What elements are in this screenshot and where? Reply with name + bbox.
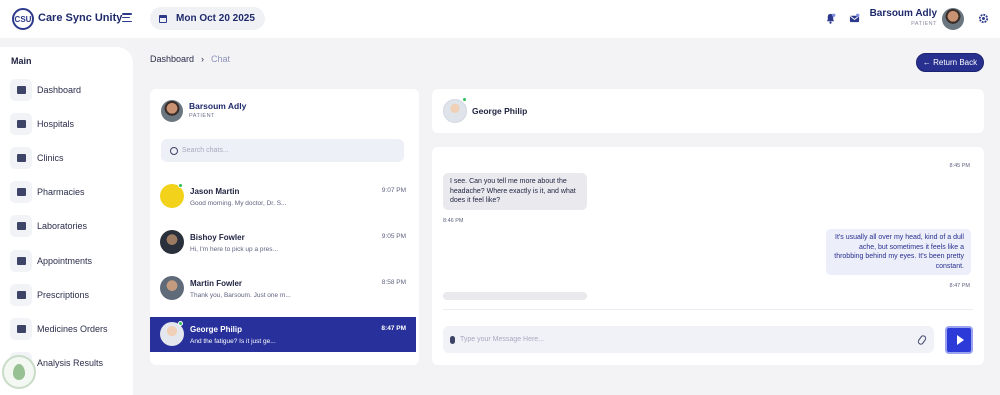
message-time: 8:45 PM (949, 163, 970, 169)
attachment-paperclip-icon[interactable] (916, 334, 928, 346)
sidebar-item-label: Medicines Orders (37, 324, 108, 334)
search-placeholder: Search chats... (182, 147, 229, 154)
online-indicator (178, 321, 183, 326)
chat-preview: Good morning. My doctor, Dr. S... (190, 200, 287, 207)
avatar (160, 276, 184, 300)
chevron-right-icon: › (201, 54, 205, 64)
appointments-icon (10, 250, 32, 272)
user-name: Barsoum Adly (869, 8, 937, 19)
sidebar: Main Dashboard Hospitals Clinics Pharmac… (0, 47, 133, 395)
chat-list-item-bishoy-fowler[interactable]: Bishoy Fowler Hi, I'm here to pick up a … (150, 225, 416, 260)
sidebar-item-appointments[interactable]: Appointments (10, 250, 128, 272)
messages-icon[interactable] (849, 13, 860, 24)
my-role: PATIENT (189, 113, 215, 119)
outgoing-message-bubble: It's usually all over my head, kind of a… (826, 229, 971, 275)
sidebar-item-medicines-orders[interactable]: Medicines Orders (10, 318, 128, 340)
chat-list-item-jason-martin[interactable]: Jason Martin Good morning. My doctor, Dr… (150, 179, 416, 214)
pharmacy-icon (10, 181, 32, 203)
sidebar-item-label: Appointments (37, 256, 93, 266)
message-input[interactable]: Type your Message Here... (443, 326, 934, 353)
chat-time: 9:07 PM (381, 187, 406, 194)
sidebar-item-laboratories[interactable]: Laboratories (10, 215, 128, 237)
laboratory-icon (10, 215, 32, 237)
sidebar-item-prescriptions[interactable]: Prescriptions (10, 284, 128, 306)
sidebar-item-label: Dashboard (37, 85, 82, 95)
send-icon (956, 335, 964, 345)
online-indicator (178, 183, 183, 188)
chat-time: 9:05 PM (381, 233, 406, 240)
date-display: Mon Oct 20 2025 (150, 7, 265, 30)
chat-contact-name: Martin Fowler (190, 279, 243, 288)
contact-avatar (443, 99, 467, 123)
breadcrumb-dashboard-link[interactable]: Dashboard (150, 54, 194, 64)
microphone-icon[interactable] (450, 335, 455, 344)
sidebar-item-label: Prescriptions (37, 290, 90, 300)
chat-contact-name: George Philip (190, 325, 243, 334)
messages-panel: 8:45 PM I see. Can you tell me more abou… (432, 147, 984, 365)
sidebar-item-clinics[interactable]: Clinics (10, 147, 128, 169)
chat-preview: And the fatigue? Is it just ge... (190, 338, 276, 345)
settings-gear-icon[interactable] (978, 13, 989, 24)
sidebar-item-label: Hospitals (37, 119, 75, 129)
chat-contact-name: Bishoy Fowler (190, 233, 245, 242)
chat-preview: Hi, I'm here to pick up a pres... (190, 246, 278, 253)
sidebar-item-label: Pharmacies (37, 187, 85, 197)
user-role: PATIENT (911, 21, 937, 27)
calendar-icon (159, 14, 167, 23)
user-avatar[interactable] (942, 8, 964, 30)
chat-header: George Philip (432, 89, 984, 133)
avatar (160, 230, 184, 254)
sidebar-item-pharmacies[interactable]: Pharmacies (10, 181, 128, 203)
clinic-icon (10, 147, 32, 169)
sidebar-item-label: Laboratories (37, 221, 88, 231)
breadcrumb: Dashboard › Chat (150, 54, 230, 64)
sidebar-item-label: Analysis Results (37, 358, 104, 368)
chat-contact-name: Jason Martin (190, 187, 240, 196)
notification-bell-icon[interactable] (825, 13, 836, 24)
dashboard-icon (10, 79, 32, 101)
divider (443, 309, 973, 310)
sidebar-section-title: Main (11, 56, 32, 66)
app-logo[interactable]: CSU (12, 8, 34, 30)
incoming-message-bubble: I see. Can you tell me more about the he… (443, 173, 587, 210)
hospital-icon (10, 113, 32, 135)
my-name: Barsoum Adly (189, 101, 247, 111)
chat-list-item-george-philip[interactable]: George Philip And the fatigue? Is it jus… (150, 317, 416, 352)
sidebar-item-hospitals[interactable]: Hospitals (10, 113, 128, 135)
sidebar-item-dashboard[interactable]: Dashboard (10, 79, 128, 101)
sidebar-item-label: Clinics (37, 153, 64, 163)
message-placeholder: Type your Message Here... (460, 336, 545, 343)
search-chats-input[interactable]: Search chats... (161, 139, 404, 162)
send-button[interactable] (945, 326, 973, 354)
app-title: Care Sync Unity (38, 12, 123, 24)
chat-time: 8:47 PM (381, 325, 406, 332)
top-bar: CSU Care Sync Unity Mon Oct 20 2025 Bars… (0, 0, 1000, 38)
message-time: 8:46 PM (443, 218, 464, 224)
chat-preview: Thank you, Barsoum. Just one m... (190, 292, 291, 299)
my-avatar (161, 100, 183, 122)
medicine-orders-icon (10, 318, 32, 340)
breadcrumb-current: Chat (211, 54, 231, 64)
incoming-message-bubble-partial (443, 292, 587, 300)
message-time: 8:47 PM (949, 283, 970, 289)
current-date: Mon Oct 20 2025 (176, 13, 255, 24)
chat-list-item-martin-fowler[interactable]: Martin Fowler Thank you, Barsoum. Just o… (150, 271, 416, 306)
chat-time: 8:58 PM (381, 279, 406, 286)
chat-contact-title: George Philip (472, 106, 528, 116)
return-back-button[interactable]: ← Return Back (916, 53, 984, 72)
search-icon (170, 146, 178, 155)
chat-list-panel: Barsoum Adly PATIENT Search chats... Jas… (150, 89, 419, 365)
prescriptions-icon (10, 284, 32, 306)
leaf-badge-icon (2, 355, 36, 389)
online-indicator (462, 97, 467, 102)
hamburger-menu-icon[interactable] (122, 13, 132, 22)
